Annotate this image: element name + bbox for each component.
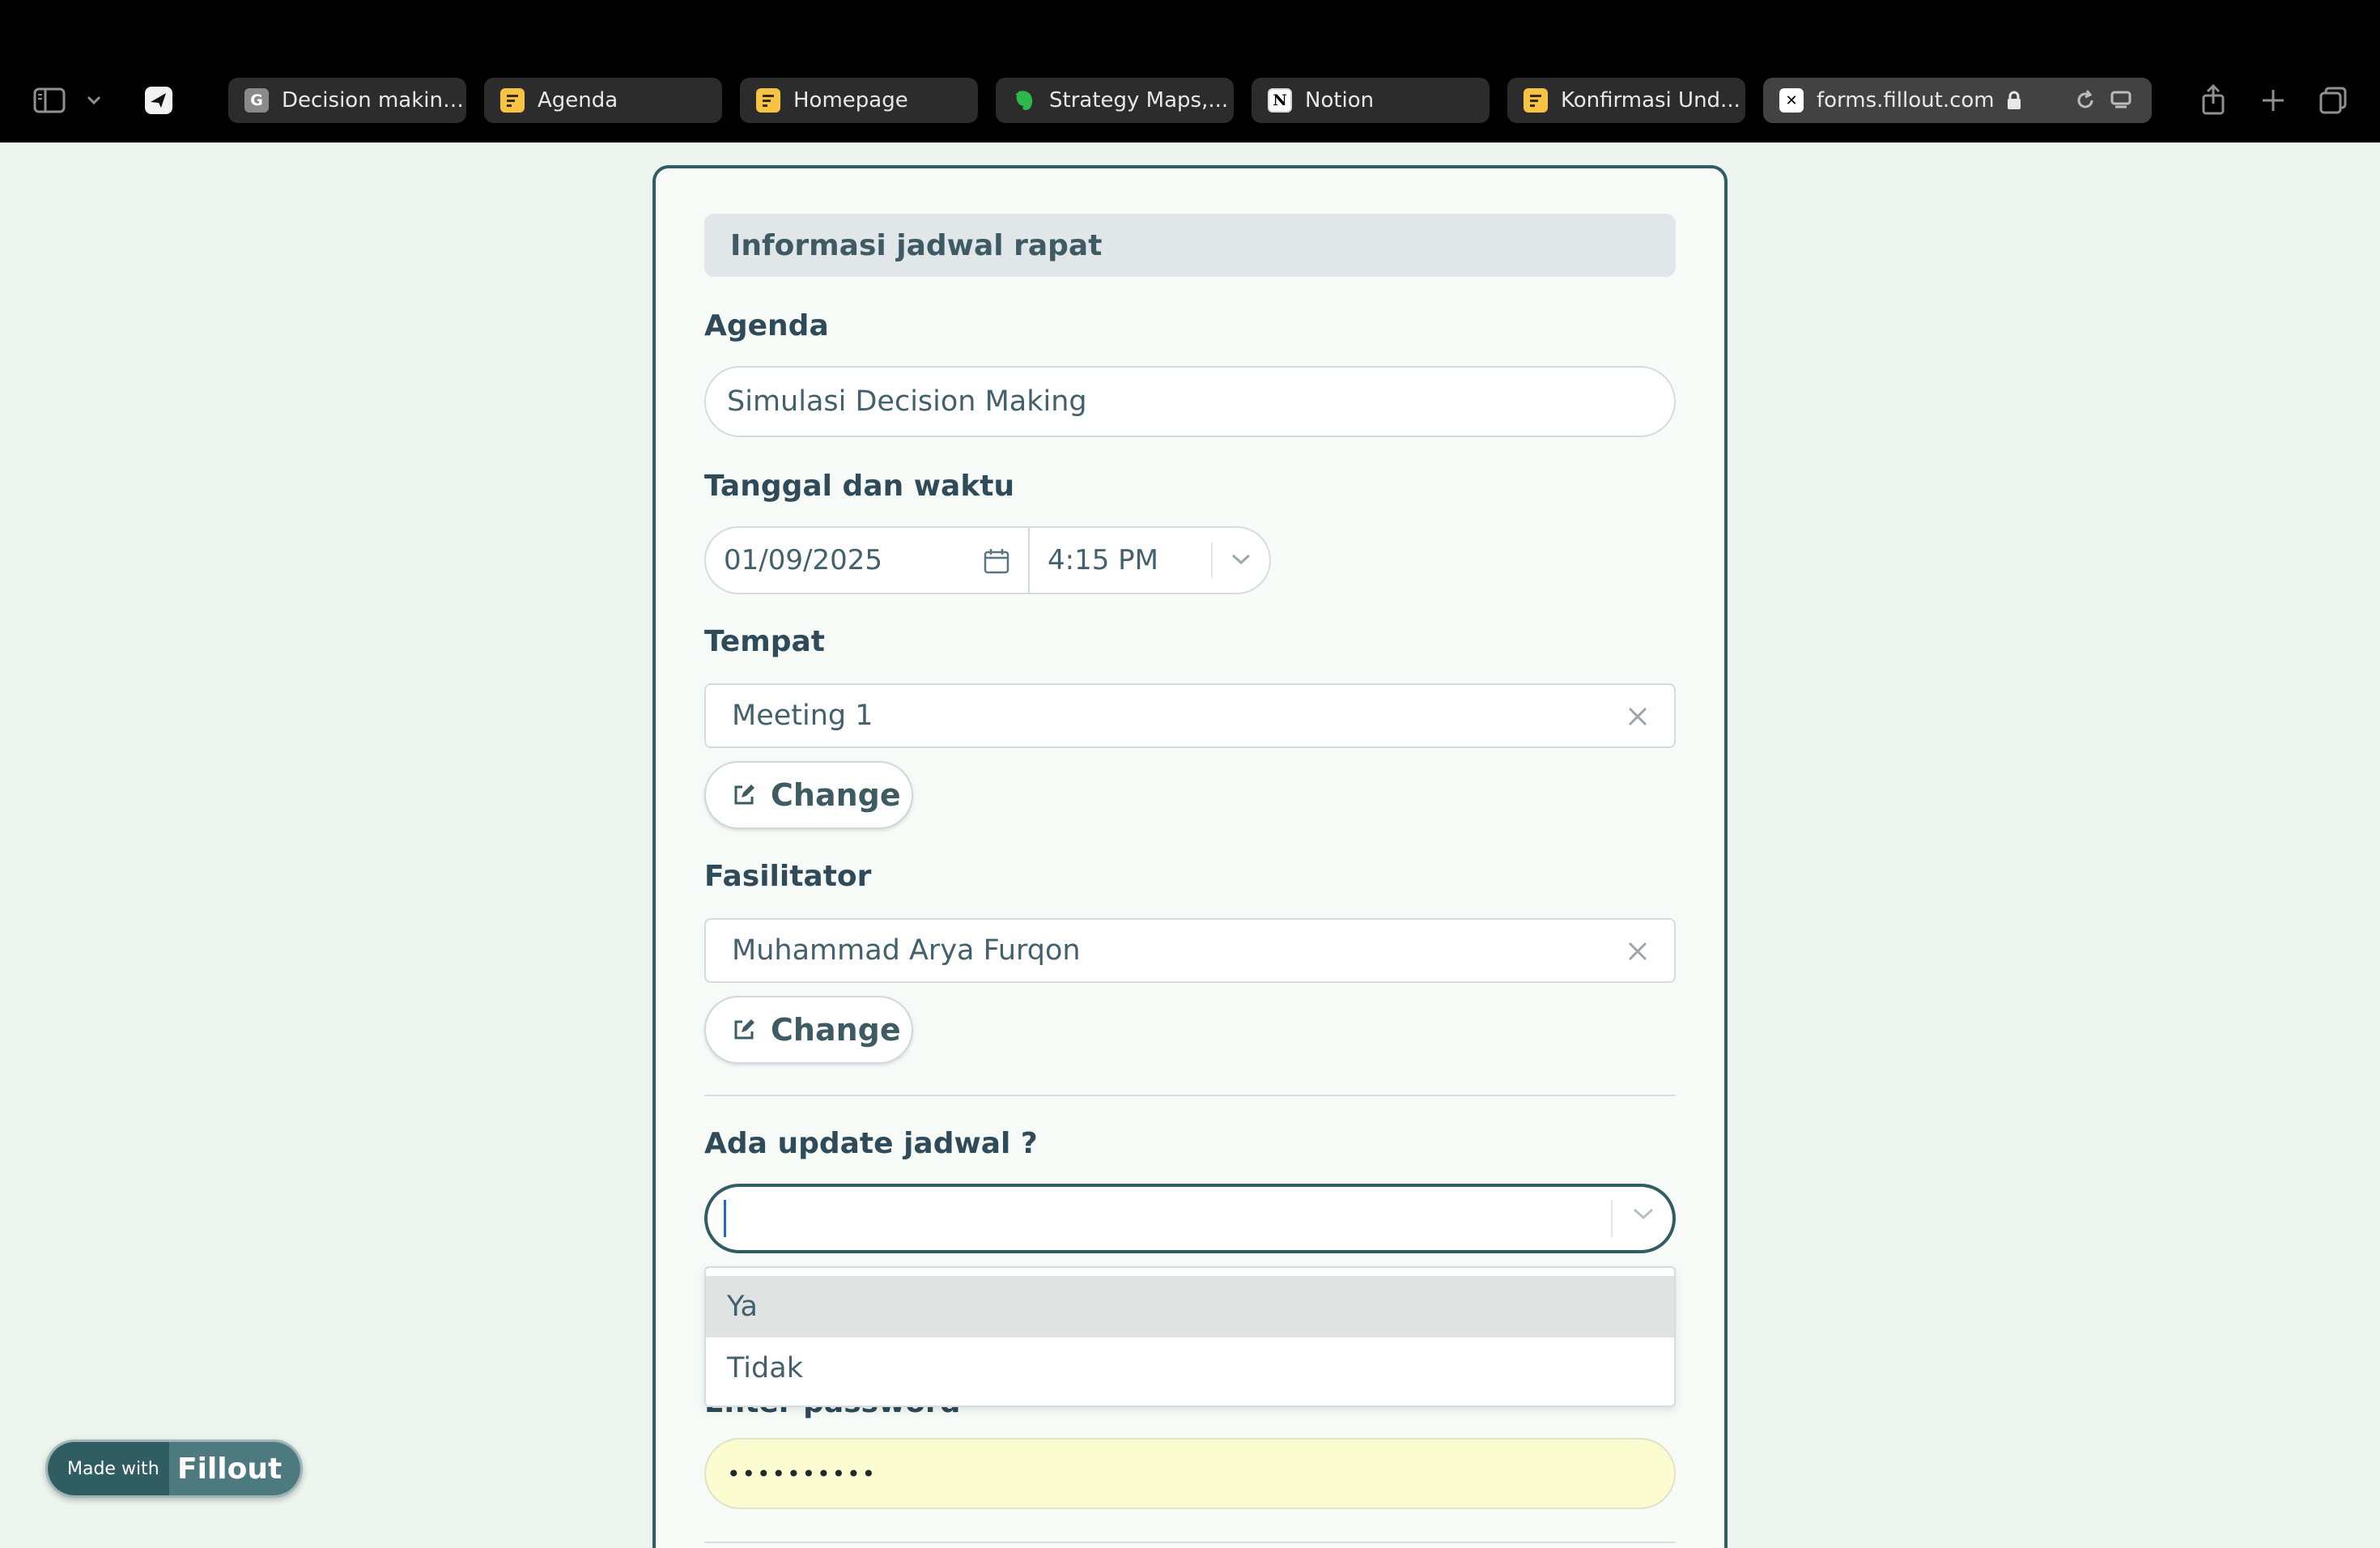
datetime-label: Tanggal dan waktu xyxy=(704,470,1015,503)
google-docs-icon: G xyxy=(244,88,269,113)
tab-fillout-active[interactable]: ✕ forms.fillout.com xyxy=(1763,78,2152,123)
edit-icon xyxy=(734,1019,754,1040)
tab-overview-icon[interactable] xyxy=(2317,84,2349,117)
change-label: Change xyxy=(771,1012,901,1048)
fasilitator-select[interactable]: Muhammad Arya Furqon xyxy=(704,918,1676,983)
lock-icon xyxy=(2006,91,2022,110)
browser-toolbar: G Decision making... Agenda Homepage Str… xyxy=(0,0,2380,142)
doc-icon xyxy=(1524,88,1548,113)
divider xyxy=(704,1542,1676,1543)
clear-icon[interactable] xyxy=(1624,703,1651,730)
clear-icon[interactable] xyxy=(1624,938,1651,965)
doc-icon xyxy=(756,88,780,113)
fasilitator-value: Muhammad Arya Furqon xyxy=(732,934,1081,967)
edit-icon xyxy=(734,785,754,805)
date-input[interactable]: 01/09/2025 xyxy=(706,528,1030,593)
select-separator xyxy=(1611,1200,1613,1237)
doc-icon xyxy=(500,88,525,113)
update-label: Ada update jadwal ? xyxy=(704,1127,1038,1160)
tab-agenda[interactable]: Agenda xyxy=(484,78,722,123)
tab-group-icon[interactable] xyxy=(142,84,175,117)
agenda-input[interactable]: Simulasi Decision Making xyxy=(704,366,1676,437)
datetime-field: 01/09/2025 4:15 PM xyxy=(704,526,1271,594)
tab-decision-making[interactable]: G Decision making... xyxy=(228,78,466,123)
chevron-down-icon[interactable] xyxy=(83,89,105,112)
time-separator xyxy=(1211,542,1213,578)
tab-label: Decision making... xyxy=(282,88,466,113)
tempat-select[interactable]: Meeting 1 xyxy=(704,683,1676,748)
calendar-icon[interactable] xyxy=(983,547,1010,575)
agenda-value: Simulasi Decision Making xyxy=(727,385,1087,418)
time-select[interactable]: 4:15 PM xyxy=(1030,528,1269,593)
update-select[interactable] xyxy=(704,1184,1676,1253)
update-dropdown-menu: Ya Tidak xyxy=(704,1266,1676,1407)
agenda-label: Agenda xyxy=(704,309,829,342)
tempat-change-button[interactable]: Change xyxy=(704,761,913,829)
fillout-icon: ✕ xyxy=(1779,88,1804,113)
tab-label: forms.fillout.com xyxy=(1817,88,1995,113)
chevron-down-icon[interactable] xyxy=(1230,552,1252,567)
reload-icon[interactable] xyxy=(2074,89,2097,112)
text-caret xyxy=(724,1200,726,1237)
tab-label: Agenda xyxy=(538,88,618,113)
fasilitator-label: Fasilitator xyxy=(704,860,872,893)
tab-notion[interactable]: N Notion xyxy=(1252,78,1490,123)
change-label: Change xyxy=(771,777,901,813)
tab-konfirmasi[interactable]: Konfirmasi Und... xyxy=(1507,78,1745,123)
sidebar-toggle-icon[interactable] xyxy=(29,84,70,117)
tab-label: Konfirmasi Und... xyxy=(1561,88,1740,113)
dropdown-option-tidak[interactable]: Tidak xyxy=(706,1337,1674,1399)
section-header: Informasi jadwal rapat xyxy=(704,214,1676,277)
date-value: 01/09/2025 xyxy=(724,544,882,576)
page: G Decision making... Agenda Homepage Str… xyxy=(0,0,2380,1548)
made-with-fillout-badge[interactable]: Made with Fillout xyxy=(45,1440,303,1498)
chevron-down-icon[interactable] xyxy=(1632,1206,1655,1226)
fasilitator-change-button[interactable]: Change xyxy=(704,996,913,1064)
new-tab-icon[interactable] xyxy=(2257,84,2289,117)
reader-icon[interactable] xyxy=(2110,89,2132,112)
tab-label: Homepage xyxy=(793,88,908,113)
evernote-icon xyxy=(1012,88,1036,113)
dropdown-option-ya[interactable]: Ya xyxy=(706,1276,1674,1337)
tab-homepage[interactable]: Homepage xyxy=(740,78,978,123)
time-value: 4:15 PM xyxy=(1048,544,1158,576)
password-value: •••••••••• xyxy=(727,1460,878,1487)
tempat-label: Tempat xyxy=(704,625,825,658)
tab-label: Notion xyxy=(1305,88,1375,113)
notion-icon: N xyxy=(1268,88,1292,113)
tab-strategy-maps[interactable]: Strategy Maps,... xyxy=(996,78,1234,123)
divider xyxy=(704,1095,1676,1096)
share-icon[interactable] xyxy=(2197,81,2229,118)
fillout-logo: Fillout xyxy=(169,1442,300,1495)
made-with-label: Made with xyxy=(48,1442,169,1495)
tab-label: Strategy Maps,... xyxy=(1049,88,1229,113)
password-label: Enter password xyxy=(704,1407,1676,1423)
tempat-value: Meeting 1 xyxy=(732,700,873,732)
password-input[interactable]: •••••••••• xyxy=(704,1438,1676,1509)
